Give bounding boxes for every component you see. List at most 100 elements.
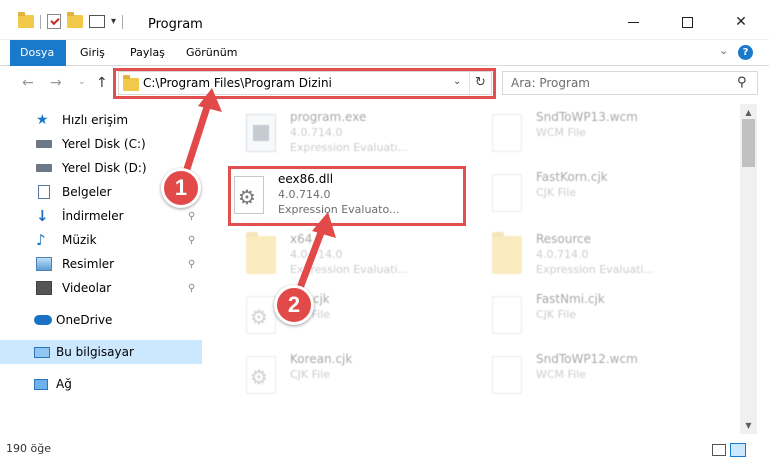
download-icon: ↓ (36, 207, 49, 225)
vertical-scrollbar[interactable]: ▲ ▼ (740, 104, 757, 434)
file-tile-cjk[interactable]: ...n.cjk CJK File (220, 288, 452, 344)
file-version: 4.0.714.0 (290, 126, 343, 139)
forward-arrow-icon[interactable]: → (50, 75, 62, 91)
cloud-icon (34, 315, 52, 325)
pin-icon[interactable]: ⚲ (188, 235, 195, 246)
file-name: FastKorn.cjk (536, 170, 608, 184)
sidebar-item-music[interactable]: ♪ Müzik ⚲ (0, 228, 202, 252)
address-bar[interactable]: C:\Program Files\Program Dizini ⌄ ↻ (118, 71, 492, 95)
file-type: CJK File (536, 308, 577, 321)
network-icon (34, 378, 48, 390)
file-name: SndToWP12.wcm (536, 352, 638, 366)
pin-icon[interactable]: ⚲ (188, 211, 195, 222)
file-name: x64 (290, 232, 313, 246)
sidebar-item-local-disk-c[interactable]: Yerel Disk (C:) (0, 132, 202, 156)
file-version: 4.0.714.0 (536, 248, 589, 261)
customize-toolbar-chevron-icon[interactable]: ▾ (111, 16, 116, 27)
sidebar-item-label: Hızlı erişim (62, 113, 129, 127)
details-view-icon[interactable] (712, 444, 726, 456)
file-type: CJK File (536, 186, 577, 199)
file-name: Korean.cjk (290, 352, 353, 366)
search-placeholder[interactable]: Ara: Program (511, 76, 590, 90)
pin-icon[interactable]: ⚲ (188, 259, 195, 270)
maximize-icon (681, 16, 693, 28)
sidebar-item-label: İndirmeler (62, 209, 124, 223)
view-properties-icon[interactable] (89, 15, 105, 28)
minimize-button[interactable] (618, 10, 648, 34)
file-type: WCM File (536, 126, 586, 139)
refresh-icon[interactable]: ↻ (469, 72, 491, 94)
search-box[interactable]: Ara: Program ⚲ (502, 71, 758, 95)
file-description: Expression Evaluati... (536, 263, 655, 276)
maximize-button[interactable] (672, 10, 702, 34)
blank-file-icon (492, 114, 522, 152)
sidebar-item-label: OneDrive (56, 313, 113, 327)
file-tile-program-exe[interactable]: program.exe 4.0.714.0 Expression Evaluat… (220, 106, 452, 162)
expand-ribbon-chevron-icon[interactable]: ⌄ (719, 44, 728, 57)
star-icon: ★ (36, 112, 49, 128)
sidebar-item-label: Müzik (62, 233, 97, 247)
tab-file[interactable]: Dosya (10, 40, 66, 66)
disk-icon (36, 164, 52, 172)
scrollbar-thumb[interactable] (742, 119, 755, 167)
back-arrow-icon[interactable]: ← (22, 75, 34, 91)
address-dropdown-chevron-icon[interactable]: ⌄ (453, 76, 461, 87)
address-folder-icon (123, 75, 139, 91)
file-tile-resource[interactable]: Resource 4.0.714.0 Expression Evaluati..… (466, 228, 698, 284)
file-tile-sndtowp12[interactable]: SndToWP12.wcm WCM File (466, 348, 698, 404)
music-icon: ♪ (36, 231, 46, 249)
sidebar-item-videos[interactable]: Videolar ⚲ (0, 276, 202, 300)
sidebar-item-label: Belgeler (62, 185, 112, 199)
computer-icon (34, 346, 50, 358)
file-description: Expression Evaluato... (278, 203, 400, 216)
quick-access-toolbar: ▾ (18, 12, 124, 29)
sidebar-item-onedrive[interactable]: OneDrive (0, 308, 202, 332)
address-path[interactable]: C:\Program Files\Program Dizini (143, 76, 332, 90)
document-icon (38, 185, 50, 199)
file-tile-fastkorn[interactable]: FastKorn.cjk CJK File (466, 166, 698, 222)
toolbar-separator (122, 14, 124, 29)
tab-home[interactable]: Giriş (70, 40, 115, 66)
sidebar-item-label: Ağ (56, 377, 72, 391)
folder-icon (246, 232, 276, 274)
tiles-view-icon[interactable] (730, 443, 746, 457)
tab-share[interactable]: Paylaş (120, 40, 175, 66)
search-icon[interactable]: ⚲ (737, 75, 747, 90)
file-name: SndToWP13.wcm (536, 110, 638, 124)
sidebar-item-this-pc[interactable]: Bu bilgisayar (0, 340, 202, 364)
ribbon-tabs: Dosya Giriş Paylaş Görünüm ⌄ ? (0, 40, 769, 66)
step-marker-1: 1 (161, 168, 201, 208)
close-button[interactable]: ✕ (726, 10, 756, 34)
help-icon[interactable]: ? (738, 45, 753, 60)
gear-file-icon (246, 296, 276, 334)
file-name: Resource (536, 232, 592, 246)
file-name: program.exe (290, 110, 367, 124)
recent-locations-chevron-icon[interactable]: ⌄ (78, 77, 86, 87)
sidebar-item-label: Yerel Disk (C:) (62, 137, 146, 151)
tab-view[interactable]: Görünüm (176, 40, 247, 66)
up-arrow-icon[interactable]: ↑ (96, 75, 108, 91)
folder-icon[interactable] (18, 12, 34, 28)
file-tile-x64[interactable]: x64 4.0.714.0 Expression Evaluati... (220, 228, 452, 284)
file-tile-eex86-dll[interactable]: eex86.dll 4.0.714.0 Expression Evaluato.… (232, 168, 462, 224)
file-tile-sndtowp13[interactable]: SndToWP13.wcm WCM File (466, 106, 698, 162)
file-name: eex86.dll (278, 172, 334, 186)
sidebar-item-downloads[interactable]: ↓ İndirmeler ⚲ (0, 204, 202, 228)
pin-icon[interactable]: ⚲ (188, 283, 195, 294)
file-tile-fastnmi[interactable]: FastNmi.cjk CJK File (466, 288, 698, 344)
new-folder-icon[interactable] (67, 12, 83, 28)
file-description: Expression Evaluati... (290, 263, 409, 276)
minimize-icon (627, 21, 639, 23)
file-tile-korean[interactable]: Korean.cjk CJK File (220, 348, 452, 404)
sidebar-item-pictures[interactable]: Resimler ⚲ (0, 252, 202, 276)
navigation-pane: ★ Hızlı erişim Yerel Disk (C:) Yerel Dis… (0, 104, 206, 434)
gear-file-icon (246, 356, 276, 394)
sidebar-item-label: Bu bilgisayar (56, 345, 134, 359)
scroll-down-arrow-icon[interactable]: ▼ (740, 417, 757, 434)
sidebar-item-quick-access[interactable]: ★ Hızlı erişim (0, 108, 202, 132)
sidebar-item-network[interactable]: Ağ (0, 372, 202, 396)
window-title: Program (148, 17, 203, 32)
properties-check-icon[interactable] (47, 14, 61, 29)
file-list: program.exe 4.0.714.0 Expression Evaluat… (206, 104, 740, 434)
sidebar-item-label: Videolar (62, 281, 112, 295)
